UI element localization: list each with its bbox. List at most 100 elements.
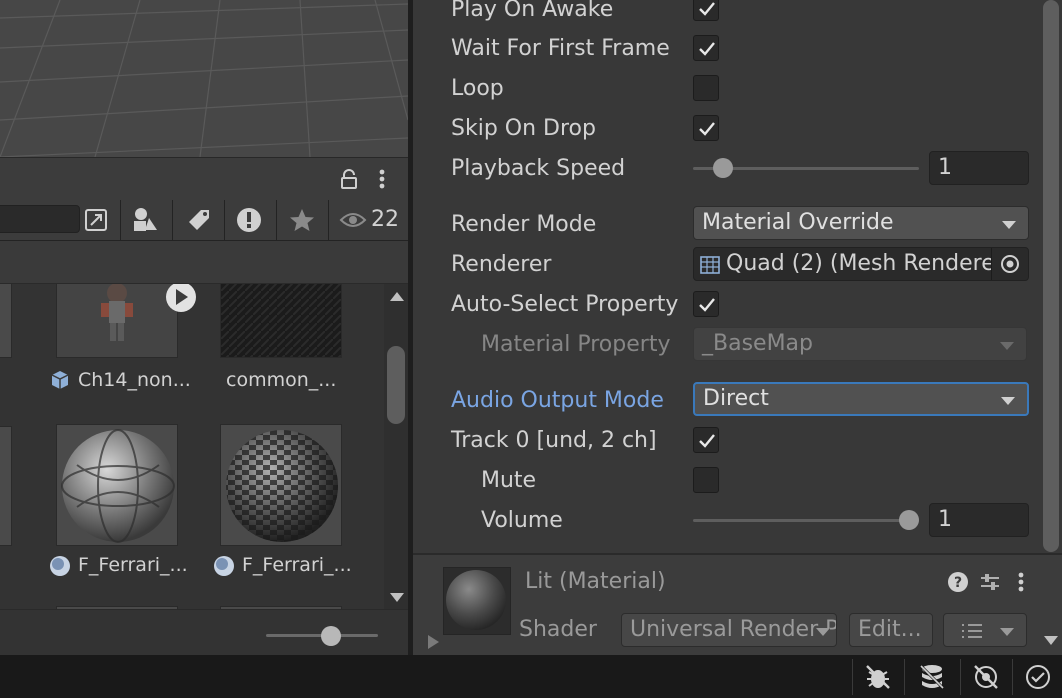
inspector-panel: Play On Awake Wait For First Frame Loop … <box>413 0 1062 655</box>
object-picker-button[interactable] <box>991 248 1028 280</box>
cache-server-icon[interactable] <box>918 663 946 691</box>
volume-slider[interactable] <box>693 519 919 522</box>
filter-by-log-button[interactable] <box>224 200 276 240</box>
inspector-scrollbar[interactable] <box>1041 0 1062 655</box>
track0-checkbox[interactable] <box>693 427 719 453</box>
chevron-down-icon <box>1002 221 1016 229</box>
eye-icon <box>339 213 367 227</box>
wait-first-frame-checkbox[interactable] <box>693 35 719 61</box>
volume-knob[interactable] <box>899 510 919 530</box>
list-icon <box>962 624 982 638</box>
mute-checkbox[interactable] <box>693 467 719 493</box>
preset-icon[interactable] <box>979 571 1001 597</box>
status-separator <box>960 659 961 695</box>
audio-output-mode-label: Audio Output Mode <box>451 388 664 413</box>
lock-icon[interactable] <box>338 168 360 194</box>
mute-label: Mute <box>481 468 537 493</box>
favorites-button[interactable] <box>276 200 328 240</box>
scene-grid <box>0 0 408 157</box>
skip-on-drop-checkbox[interactable] <box>693 115 719 141</box>
warning-icon <box>237 208 261 232</box>
project-footer <box>0 609 408 656</box>
checkmark-icon <box>699 2 715 16</box>
more-options-icon[interactable] <box>1013 571 1029 597</box>
status-separator <box>904 659 905 695</box>
character-preview <box>101 284 133 341</box>
checkmark-icon <box>699 434 715 448</box>
renderer-object-field[interactable]: Quad (2) (Mesh Renderer) <box>693 247 1029 281</box>
filter-by-type-button[interactable] <box>120 200 172 240</box>
asset-name: Ch14_non... <box>78 369 191 391</box>
status-bar <box>0 655 1062 698</box>
renderer-label: Renderer <box>451 252 552 277</box>
prefab-icon <box>48 368 72 396</box>
material-sphere-preview <box>226 430 338 542</box>
shader-dropdown[interactable]: Universal Render Pipeline/Lit <box>621 613 837 647</box>
asset-name: common_... <box>226 369 337 391</box>
asset-grid: Ch14_non... common_... F_Ferrari_... F_F… <box>0 284 408 609</box>
volume-field[interactable]: 1 <box>929 503 1029 537</box>
play-on-awake-checkbox[interactable] <box>693 0 719 21</box>
skip-on-drop-label: Skip On Drop <box>451 116 596 141</box>
auto-generate-lighting-icon[interactable] <box>972 663 1000 691</box>
material-icon <box>212 554 236 582</box>
shader-options-dropdown[interactable] <box>943 613 1027 647</box>
svg-text:?: ? <box>954 575 962 591</box>
playback-speed-knob[interactable] <box>713 158 733 178</box>
play-animation-icon[interactable] <box>164 284 198 318</box>
asset-thumbnail[interactable] <box>0 284 12 358</box>
asset-grid-scrollbar[interactable] <box>384 284 408 609</box>
scene-view[interactable] <box>0 0 408 157</box>
wait-first-frame-label: Wait For First Frame <box>451 36 670 61</box>
visible-count: 22 <box>371 207 399 232</box>
material-icon <box>48 554 72 582</box>
filter-by-label-button[interactable] <box>172 200 224 240</box>
asset-thumbnail-animation[interactable] <box>56 284 178 358</box>
chevron-down-icon <box>816 628 830 636</box>
scroll-down-arrow-icon[interactable] <box>390 593 404 602</box>
asset-name: F_Ferrari_... <box>242 554 352 576</box>
checkmark-icon <box>699 298 715 312</box>
mesh-renderer-icon <box>700 256 720 274</box>
render-mode-label: Render Mode <box>451 212 597 237</box>
visibility-count-button[interactable]: 22 <box>328 200 408 240</box>
scroll-down-arrow-icon[interactable] <box>1044 636 1058 645</box>
asset-thumbnail-texture[interactable] <box>220 284 342 358</box>
tag-icon <box>189 210 209 230</box>
foldout-arrow-icon[interactable] <box>425 633 441 651</box>
play-on-awake-label: Play On Awake <box>451 0 614 22</box>
inspector-scrollbar-thumb[interactable] <box>1043 0 1059 552</box>
help-icon[interactable]: ? <box>947 571 969 597</box>
asset-thumbnail-material[interactable] <box>56 424 178 546</box>
material-title: Lit (Material) <box>525 569 666 594</box>
thumbnail-size-knob[interactable] <box>321 626 341 646</box>
audio-output-mode-value: Direct <box>703 386 769 411</box>
chevron-down-icon <box>1001 397 1015 405</box>
material-preview <box>443 567 511 635</box>
more-options-icon[interactable] <box>374 168 390 194</box>
search-in-scene-icon[interactable] <box>84 208 108 236</box>
asset-thumbnail-material[interactable] <box>220 424 342 546</box>
scroll-up-arrow-icon[interactable] <box>390 292 404 301</box>
checkmark-icon <box>699 42 715 56</box>
render-mode-dropdown[interactable]: Material Override <box>693 206 1029 240</box>
project-toolbar: 22 <box>0 200 408 241</box>
progress-done-icon[interactable] <box>1024 663 1052 691</box>
material-property-label: Material Property <box>481 332 671 357</box>
loop-label: Loop <box>451 76 504 101</box>
debug-mode-icon[interactable] <box>864 663 892 691</box>
playback-speed-field[interactable]: 1 <box>929 151 1029 185</box>
playback-speed-label: Playback Speed <box>451 156 626 181</box>
edit-shader-button[interactable]: Edit... <box>849 613 933 647</box>
auto-select-property-checkbox[interactable] <box>693 291 719 317</box>
asset-thumbnail[interactable] <box>0 426 12 546</box>
shader-value: Universal Render Pipeline/Lit <box>630 617 837 642</box>
search-input[interactable] <box>0 205 80 233</box>
project-panel-header <box>0 158 408 201</box>
status-separator <box>852 659 853 695</box>
loop-checkbox[interactable] <box>693 75 719 101</box>
audio-output-mode-dropdown[interactable]: Direct <box>693 382 1029 416</box>
chevron-down-icon <box>1000 628 1014 636</box>
carbon-texture <box>221 284 341 357</box>
scrollbar-thumb[interactable] <box>387 346 405 424</box>
